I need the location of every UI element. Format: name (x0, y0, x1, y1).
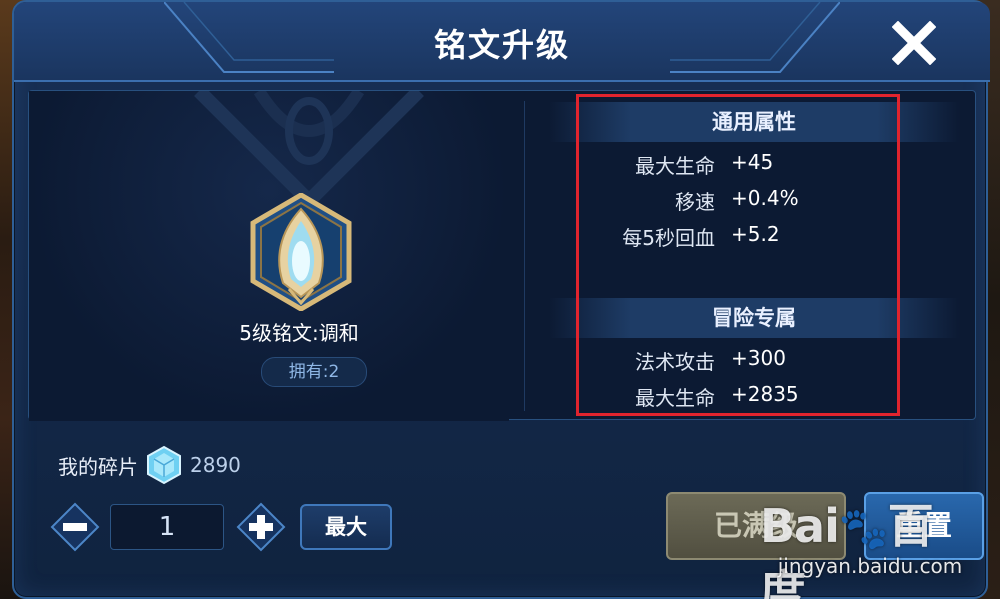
fragments-label: 我的碎片 (58, 454, 138, 479)
title-bar: 铭文升级 (14, 2, 990, 82)
minus-icon (50, 502, 100, 552)
panel-divider (524, 101, 525, 411)
dialog-title: 铭文升级 (433, 26, 570, 64)
attribute-row: 每5秒回血 +5.2 (569, 222, 949, 254)
quantity-field[interactable]: 1 (110, 504, 224, 550)
crystal-icon (147, 445, 181, 485)
adventure-attributes-header: 冒险专属 (549, 298, 959, 338)
owned-count-badge: 拥有:2 (261, 357, 367, 387)
close-button[interactable] (886, 18, 942, 68)
close-icon (892, 21, 936, 65)
general-attributes-header: 通用属性 (549, 102, 959, 142)
attribute-value: +45 (731, 150, 774, 174)
max-quantity-button[interactable]: 最大 (300, 504, 392, 550)
baidu-watermark-logo: Bai🐾百度 (760, 499, 934, 599)
attribute-value: +0.4% (731, 186, 799, 210)
attribute-row: 最大生命 +45 (569, 150, 949, 182)
attribute-row: 法术攻击 +300 (569, 346, 949, 378)
fragments-display: 我的碎片 2890 (58, 445, 241, 485)
fragments-count: 2890 (190, 453, 241, 477)
attribute-value: +300 (731, 346, 786, 370)
attribute-label: 移速 (675, 190, 715, 214)
attribute-value: +5.2 (731, 222, 780, 246)
plus-icon (236, 502, 286, 552)
rune-crest-icon (250, 193, 352, 311)
attribute-label: 最大生命 (635, 154, 715, 178)
attribute-label: 最大生命 (635, 386, 715, 410)
watermark-url: jingyan.baidu.com (777, 554, 963, 578)
decrease-button[interactable] (50, 502, 100, 552)
attribute-label: 法术攻击 (635, 350, 715, 374)
attribute-row: 移速 +0.4% (569, 186, 949, 218)
attribute-label: 每5秒回血 (622, 226, 715, 250)
attribute-row: 最大生命 +2835 (569, 382, 949, 414)
increase-button[interactable] (236, 502, 286, 552)
rune-name: 5级铭文:调和 (239, 321, 359, 345)
attribute-value: +2835 (731, 382, 799, 406)
rune-preview-panel: 5级铭文:调和 拥有:2 (29, 91, 509, 421)
